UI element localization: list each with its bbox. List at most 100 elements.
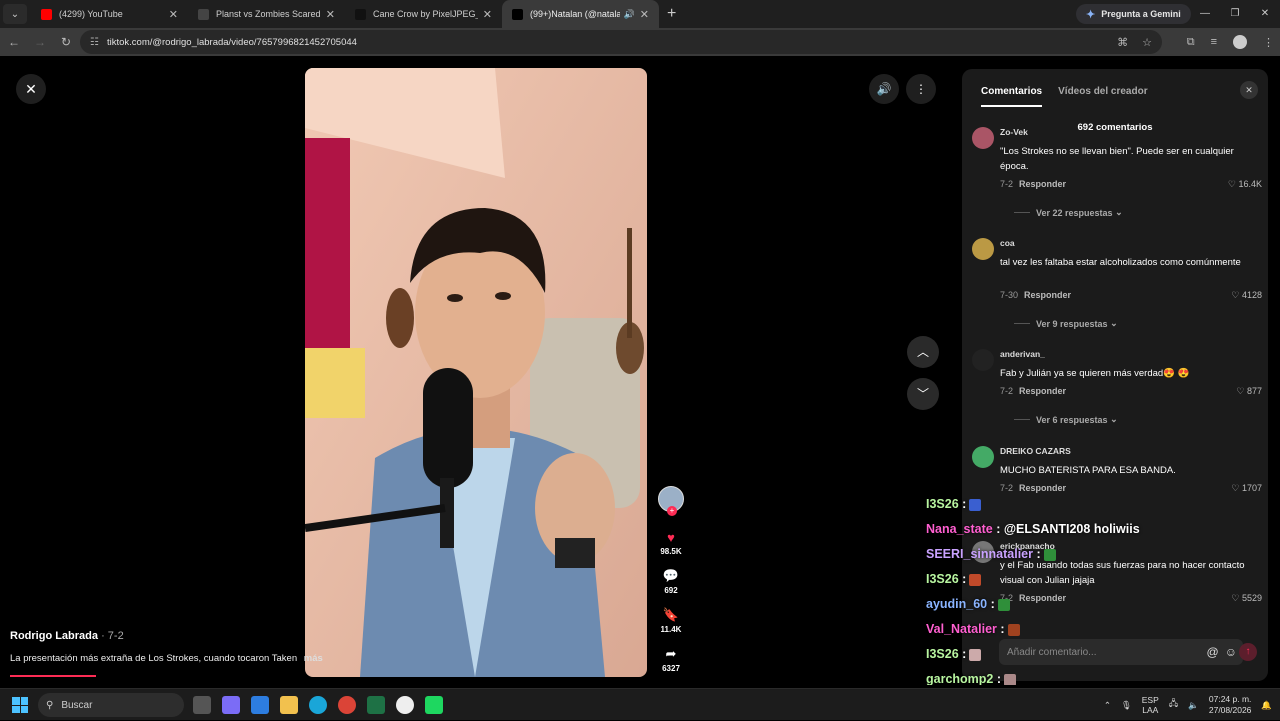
start-button[interactable] [12,697,28,713]
browser-tab[interactable]: Cane Crow by PixelJPEG_dev ✕ [345,0,502,28]
reading-list-icon[interactable]: ≡ [1211,36,1217,48]
view-replies-button[interactable]: Ver 9 respuestas ⌄ [1014,318,1118,329]
extensions-icon[interactable]: ⧉ [1187,36,1195,49]
commenter-name[interactable]: DREIKO CAZARS [1000,446,1071,456]
tab-audio-icon[interactable]: 🔊 [624,9,635,20]
close-tab-icon[interactable]: ✕ [326,8,335,21]
description-more-link[interactable]: más [304,653,323,664]
language-indicator[interactable]: ESP LAA [1142,695,1159,715]
profile-avatar[interactable] [1233,35,1247,49]
excel-icon[interactable] [367,696,385,714]
back-icon[interactable]: ← [2,35,26,49]
close-window-icon[interactable]: ✕ [1250,0,1280,28]
comment-like-button[interactable]: ♡ 877 [1236,386,1262,397]
chat-username[interactable]: I3S26 [926,572,959,586]
like-action[interactable]: ♥ 98.5K [660,530,681,556]
mention-icon[interactable]: @ [1207,645,1219,659]
address-bar[interactable]: ☷ tiktok.com/@rodrigo_labrada/video/7657… [80,30,1162,54]
app-icon[interactable] [396,696,414,714]
send-comment-button[interactable]: ↑ [1239,643,1257,661]
chat-username[interactable]: Nana_state [926,522,993,536]
game-app-icon[interactable] [425,696,443,714]
restore-icon[interactable]: ❐ [1220,0,1250,28]
share-action[interactable]: ➦ 6327 [662,646,680,673]
microphone-icon[interactable]: 🎙 [1121,700,1132,711]
comment-input[interactable]: Añadir comentario... @ ☺ [999,639,1243,665]
video-player[interactable] [305,68,647,677]
reply-button[interactable]: Responder [1019,483,1066,493]
tab-creator-videos[interactable]: Vídeos del creador [1058,86,1147,107]
chat-username[interactable]: SEERI_sinnatalier [926,547,1033,561]
more-icon: ⋮ [915,82,927,96]
commenter-name[interactable]: Zo-Vek [1000,127,1028,137]
file-explorer-icon[interactable] [280,696,298,714]
edge-icon[interactable] [309,696,327,714]
video-author[interactable]: Rodrigo Labrada · 7-2 [10,630,124,642]
new-tab-icon[interactable]: + [667,5,676,23]
more-options-button[interactable]: ⋮ [906,74,936,104]
previous-video-button[interactable]: ︿ [907,336,939,368]
show-hidden-icons[interactable]: ⌃ [1104,700,1111,711]
heart-outline-icon: ♡ [1231,593,1240,603]
view-replies-button[interactable]: Ver 6 respuestas ⌄ [1014,414,1118,425]
follow-plus-icon[interactable]: + [667,506,677,516]
close-video-button[interactable]: ✕ [16,74,46,104]
comment-like-button[interactable]: ♡ 16.4K [1228,179,1262,190]
chat-text: : @ELSANTI208 holiwiis [996,522,1140,536]
close-tab-icon[interactable]: ✕ [483,8,492,21]
notification-icon[interactable]: 🔔 [1261,700,1272,711]
tab-search-icon[interactable]: ⌄ [3,4,27,24]
bookmark-star-icon[interactable]: ☆ [1142,36,1152,49]
close-tab-icon[interactable]: ✕ [169,8,178,21]
creator-avatar[interactable]: + [658,486,684,516]
forward-icon[interactable]: → [28,35,52,49]
taskbar-search-placeholder: Buscar [61,699,93,711]
gemini-button[interactable]: ✦ Pregunta a Gemini [1076,4,1191,24]
chat-username[interactable]: garchomp2 [926,672,993,685]
commenter-avatar[interactable] [972,349,994,371]
network-icon[interactable]: 🖧 [1169,698,1178,712]
browser-tab[interactable]: (4299) YouTube ✕ [31,0,188,28]
taskbar-search[interactable]: ⚲ Buscar [38,693,184,717]
store-icon[interactable] [251,696,269,714]
comment-like-button[interactable]: ♡ 4128 [1231,290,1262,301]
chat-username[interactable]: I3S26 [926,497,959,511]
translate-icon[interactable]: ⌘ [1117,36,1128,49]
comment-like-button[interactable]: ♡ 5529 [1231,593,1262,604]
copilot-icon[interactable] [222,696,240,714]
browser-tab[interactable]: Planst vs Zombies Scared v1.1 | ✕ [188,0,345,28]
reply-button[interactable]: Responder [1019,386,1066,396]
reply-button[interactable]: Responder [1024,290,1071,300]
chat-username[interactable]: ayudin_60 [926,597,987,611]
view-replies-button[interactable]: Ver 22 respuestas ⌄ [1014,207,1123,218]
task-view-icon[interactable] [193,696,211,714]
commenter-avatar[interactable] [972,446,994,468]
chat-username[interactable]: Val_Natalier [926,622,997,636]
chat-username[interactable]: I3S26 [926,647,959,661]
comment-action[interactable]: 💬 692 [663,568,679,595]
close-comments-button[interactable]: ✕ [1240,81,1258,99]
chrome-icon[interactable] [338,696,356,714]
comments-panel: Comentarios Vídeos del creador ✕ 692 com… [962,69,1268,681]
next-video-button[interactable]: ﹀ [907,378,939,410]
save-action[interactable]: 🔖 11.4K [661,607,682,634]
commenter-name[interactable]: anderivan_ [1000,349,1045,359]
tab-comments[interactable]: Comentarios [981,86,1043,107]
site-info-icon[interactable]: ☷ [90,37,99,48]
reply-button[interactable]: Responder [1019,179,1066,189]
close-tab-icon[interactable]: ✕ [640,8,649,21]
commenter-avatar[interactable] [972,127,994,149]
reload-icon[interactable]: ↻ [54,35,78,49]
comment-like-button[interactable]: ♡ 1707 [1231,483,1262,494]
commenter-avatar[interactable] [972,238,994,260]
minimize-icon[interactable]: — [1190,0,1220,28]
video-progress-bar[interactable] [10,675,96,677]
system-clock[interactable]: 07:24 p. m. 27/08/2026 [1209,694,1252,716]
browser-tab[interactable]: (99+)Natalan (@natalanx) | 🔊 ✕ [502,0,659,28]
reply-button[interactable]: Responder [1019,593,1066,603]
emoji-icon[interactable]: ☺ [1225,645,1237,659]
volume-button[interactable]: 🔊 [869,74,899,104]
volume-icon[interactable]: 🔈 [1188,700,1199,711]
chrome-menu-icon[interactable]: ⋮ [1263,36,1274,49]
commenter-name[interactable]: coa [1000,238,1015,248]
